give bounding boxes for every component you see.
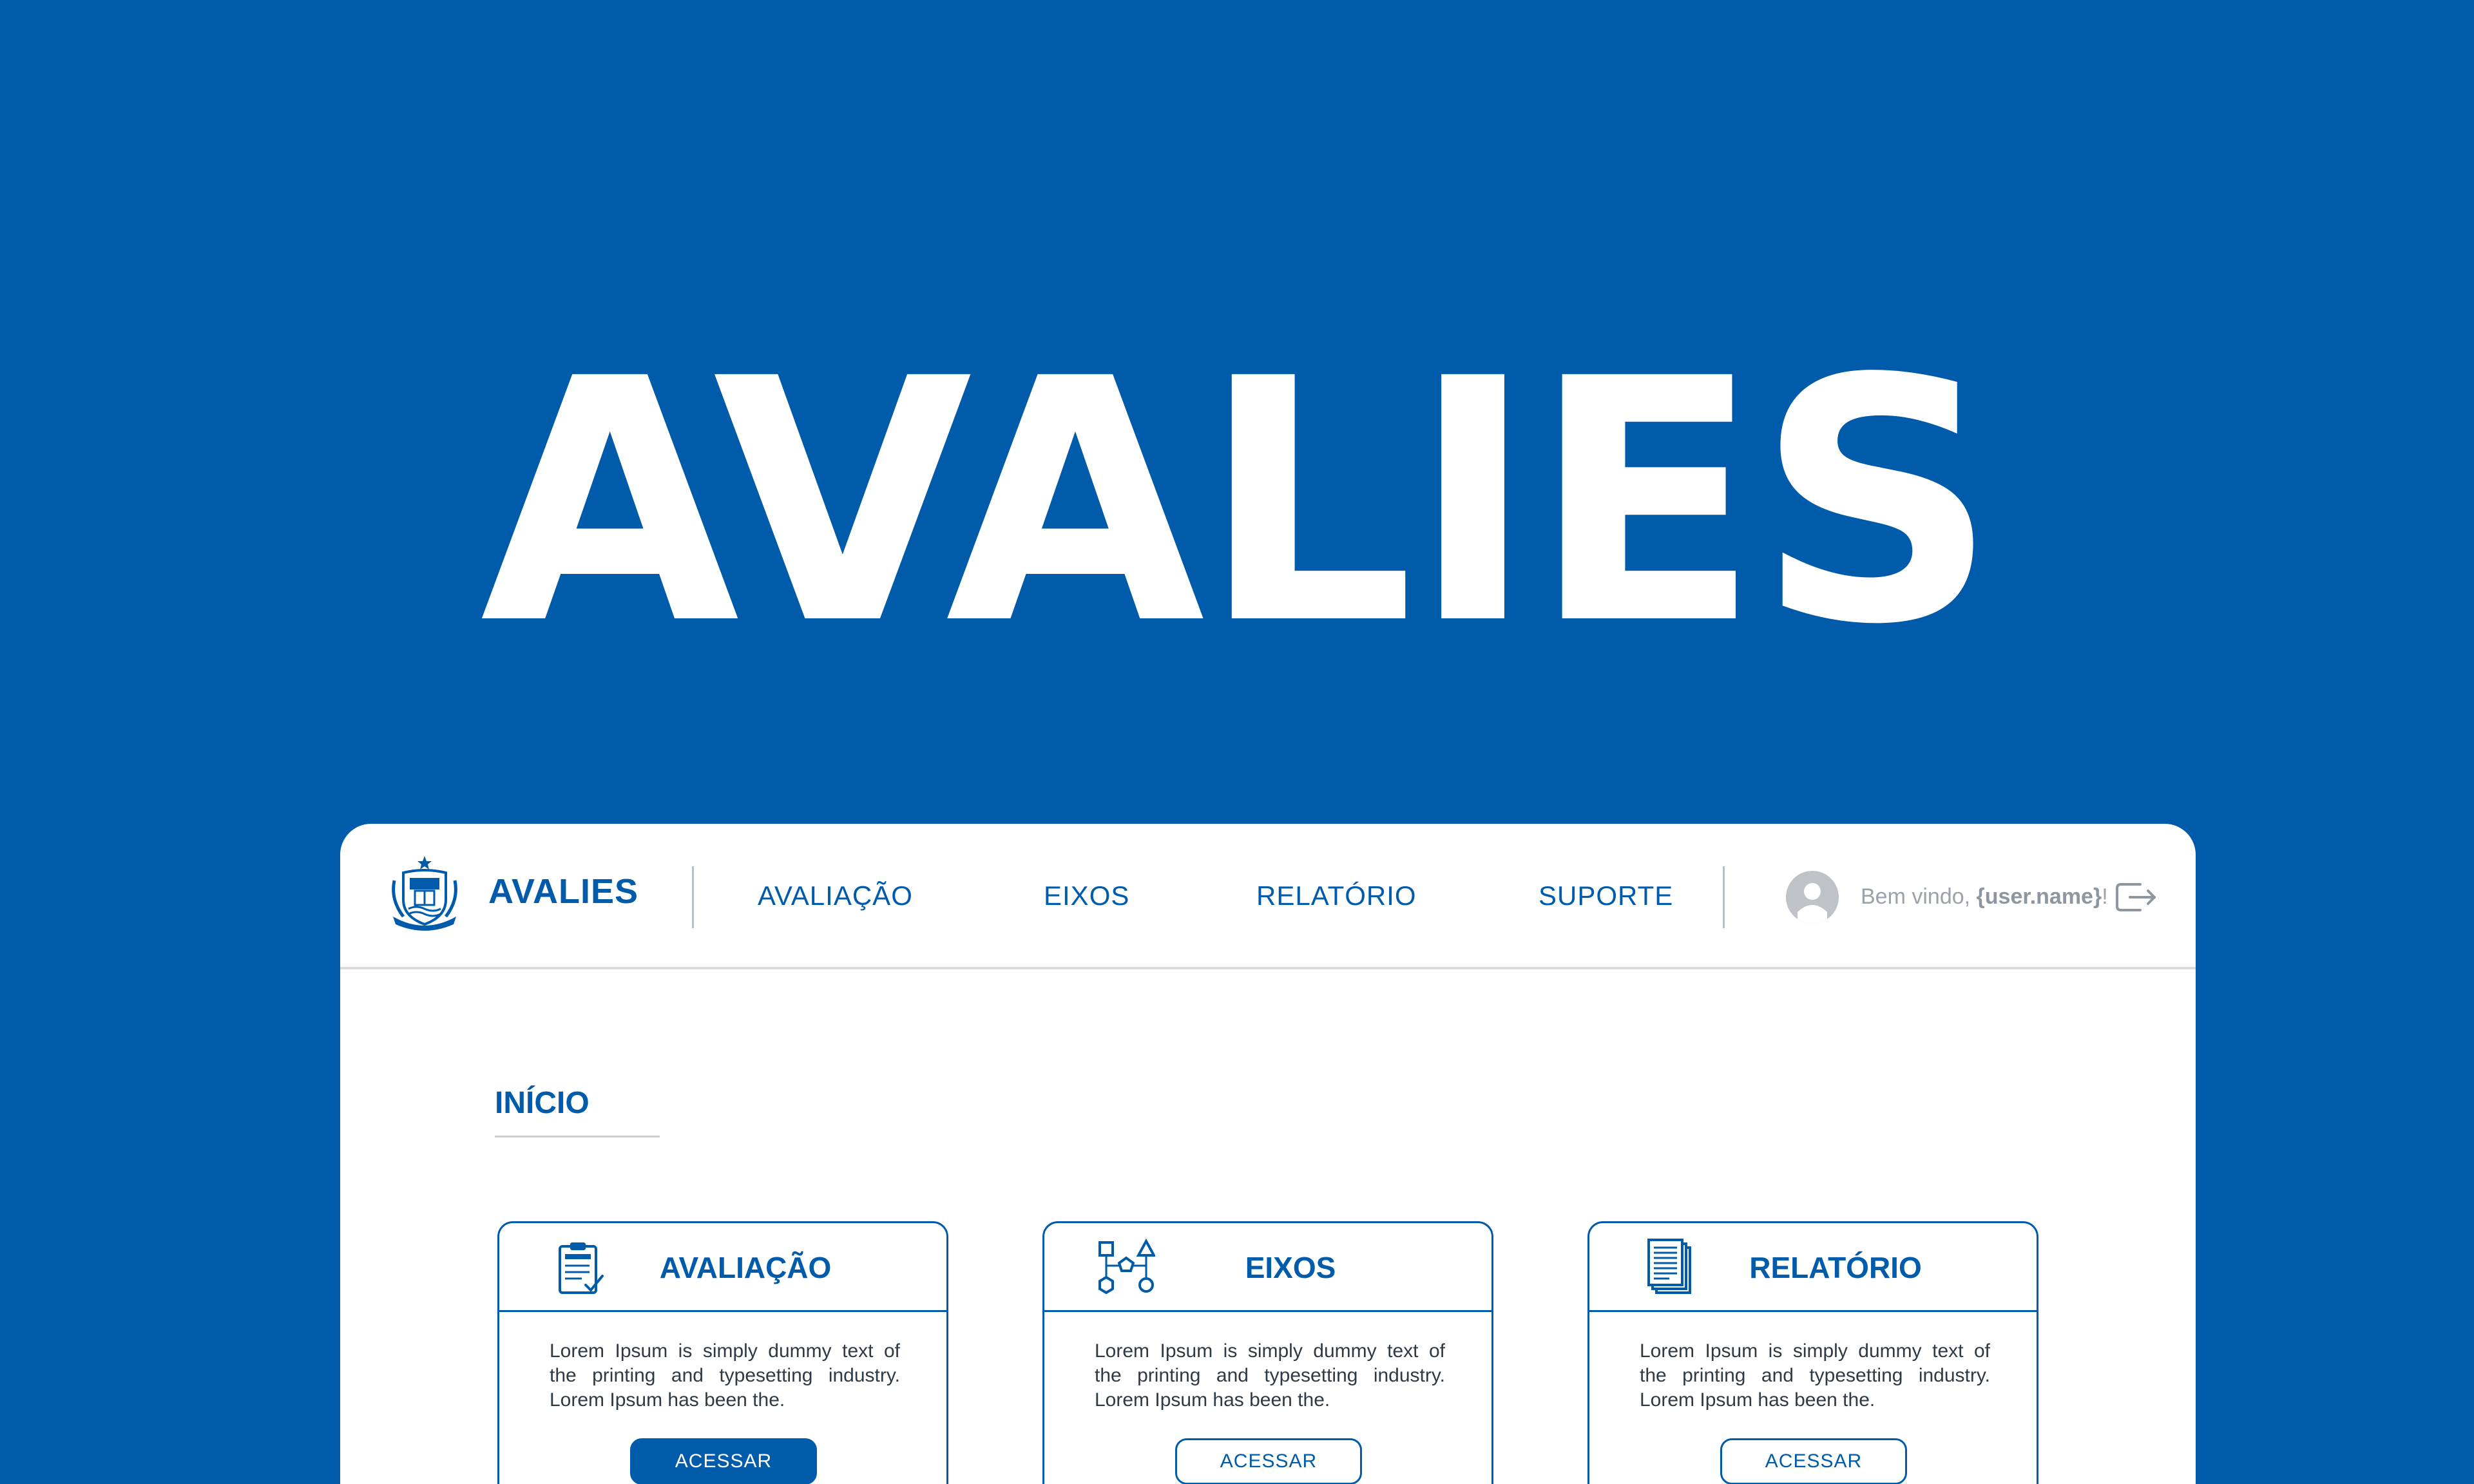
- nav-item-relatorio[interactable]: RELATÓRIO: [1256, 880, 1417, 911]
- card-description: Lorem Ipsum is simply dummy text of the …: [1640, 1340, 1990, 1411]
- welcome-suffix: !: [2102, 884, 2108, 909]
- nav-item-suporte[interactable]: SUPORTE: [1539, 880, 1673, 911]
- access-button-avaliacao[interactable]: ACESSAR: [630, 1438, 817, 1484]
- user-name: {user.name}: [1976, 884, 2102, 909]
- nav-divider-right: [1723, 866, 1725, 928]
- card-relatorio: RELATÓRIO Lorem Ipsum is simply dummy te…: [1587, 1221, 2038, 1484]
- card-description: Lorem Ipsum is simply dummy text of the …: [1095, 1340, 1445, 1411]
- card-header: RELATÓRIO: [1589, 1223, 2037, 1312]
- logout-icon[interactable]: [2113, 879, 2158, 915]
- hero-title: AVALIES: [480, 307, 1997, 698]
- card-title: EIXOS: [1245, 1251, 1336, 1284]
- state-seal-logo: [392, 856, 457, 931]
- nav-divider-left: [692, 866, 694, 928]
- nav-item-eixos[interactable]: EIXOS: [1044, 880, 1129, 911]
- top-navbar: AVALIES AVALIAÇÃO EIXOS RELATÓRIO SUPORT…: [340, 824, 2196, 969]
- card-avaliacao: AVALIAÇÃO Lorem Ipsum is simply dummy te…: [497, 1221, 948, 1484]
- app-window: AVALIES AVALIAÇÃO EIXOS RELATÓRIO SUPORT…: [340, 824, 2196, 1484]
- card-description: Lorem Ipsum is simply dummy text of the …: [550, 1340, 900, 1411]
- brand-name[interactable]: AVALIES: [488, 871, 638, 911]
- card-title: AVALIAÇÃO: [659, 1251, 832, 1284]
- access-button-relatorio[interactable]: ACESSAR: [1720, 1438, 1907, 1484]
- welcome-message: Bem vindo, {user.name}!: [1861, 884, 2108, 909]
- card-title: RELATÓRIO: [1749, 1251, 1922, 1284]
- welcome-prefix: Bem vindo,: [1861, 884, 1977, 909]
- page-title: INÍCIO: [495, 1086, 590, 1120]
- page-title-underline: [495, 1136, 660, 1137]
- access-button-eixos[interactable]: ACESSAR: [1175, 1438, 1362, 1484]
- card-header: EIXOS: [1044, 1223, 1491, 1312]
- nav-item-avaliacao[interactable]: AVALIAÇÃO: [758, 880, 913, 911]
- card-header: AVALIAÇÃO: [499, 1223, 946, 1312]
- card-eixos: EIXOS Lorem Ipsum is simply dummy text o…: [1042, 1221, 1493, 1484]
- user-avatar-icon[interactable]: [1786, 871, 1839, 924]
